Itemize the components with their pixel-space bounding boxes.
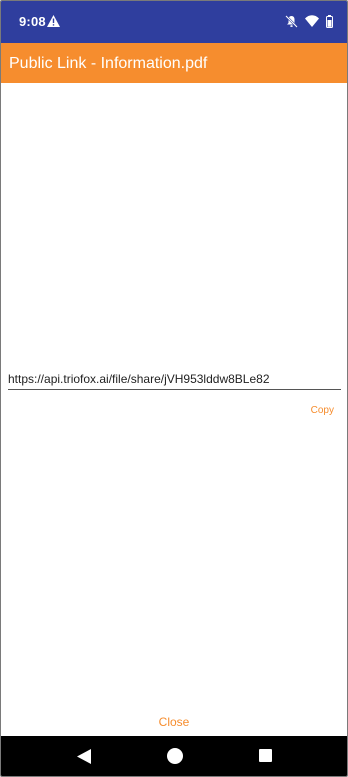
public-link-field[interactable] <box>8 369 341 390</box>
home-icon[interactable] <box>167 748 183 764</box>
mute-icon <box>285 14 298 28</box>
app-bar: Public Link - Information.pdf <box>1 43 347 83</box>
warning-icon <box>47 15 60 27</box>
status-icons <box>285 14 333 28</box>
status-time: 9:08 <box>19 14 46 29</box>
wifi-icon <box>305 15 319 27</box>
back-icon[interactable] <box>77 749 91 764</box>
recents-icon[interactable] <box>259 749 272 762</box>
page-title: Public Link - Information.pdf <box>9 55 208 72</box>
phone-screen: 9:08 Public Link - Information.pdf https… <box>0 0 348 777</box>
close-button[interactable]: Close <box>1 715 347 729</box>
navigation-bar <box>1 736 347 776</box>
battery-icon <box>326 14 333 28</box>
copy-button[interactable]: Copy <box>311 405 334 416</box>
status-bar: 9:08 <box>1 1 347 43</box>
